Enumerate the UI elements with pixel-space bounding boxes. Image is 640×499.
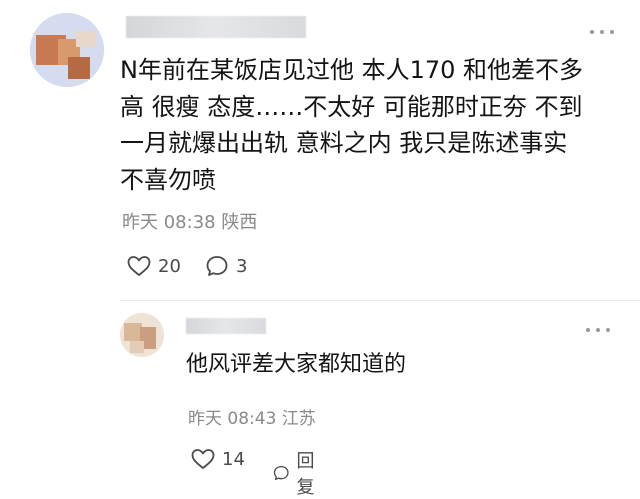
reply-button[interactable]: 回复 (272, 447, 322, 499)
like-button[interactable]: 20 (126, 254, 181, 278)
like-count: 20 (158, 255, 181, 277)
speech-bubble-icon (206, 256, 228, 276)
comment-line: 一月就爆出出轨 意料之内 我只是陈述事实 (120, 129, 568, 157)
avatar[interactable] (30, 13, 104, 87)
reply-meta: 昨天 08:43 江苏 (188, 404, 316, 429)
comment-time: 昨天 08:38 (122, 212, 216, 233)
like-count: 14 (222, 448, 245, 470)
comment-line: 不喜勿喷 (120, 165, 216, 194)
heart-outline-icon (127, 256, 151, 276)
username-blurred[interactable] (186, 318, 266, 334)
more-dots-icon[interactable] (586, 326, 610, 334)
comment-line: N年前在某饭店见过他 本人170 和他差不多 (120, 56, 584, 84)
username-blurred[interactable] (126, 16, 306, 38)
reply-label: 回复 (296, 451, 315, 498)
like-button[interactable]: 14 (190, 447, 245, 471)
comment-text: N年前在某饭店见过他 本人170 和他差不多 高 很瘦 态度……不太好 可能那时… (120, 52, 620, 198)
comment-button[interactable]: 3 (204, 254, 247, 278)
speech-bubble-icon (273, 465, 289, 481)
reply-time: 昨天 08:43 (188, 409, 277, 429)
reply-location: 江苏 (281, 409, 316, 429)
reply-count: 3 (236, 255, 248, 277)
reply-text: 他风评差大家都知道的 (186, 352, 407, 377)
divider (120, 300, 640, 301)
heart-outline-icon (191, 449, 215, 469)
comment-location: 陕西 (221, 212, 258, 233)
avatar[interactable] (120, 313, 164, 357)
comment-line: 高 很瘦 态度……不太好 可能那时正夯 不到 (120, 92, 583, 121)
comment-item: N年前在某饭店见过他 本人170 和他差不多 高 很瘦 态度……不太好 可能那时… (0, 0, 640, 300)
more-dots-icon[interactable] (590, 28, 614, 36)
comment-meta: 昨天 08:38 陕西 (122, 208, 257, 234)
